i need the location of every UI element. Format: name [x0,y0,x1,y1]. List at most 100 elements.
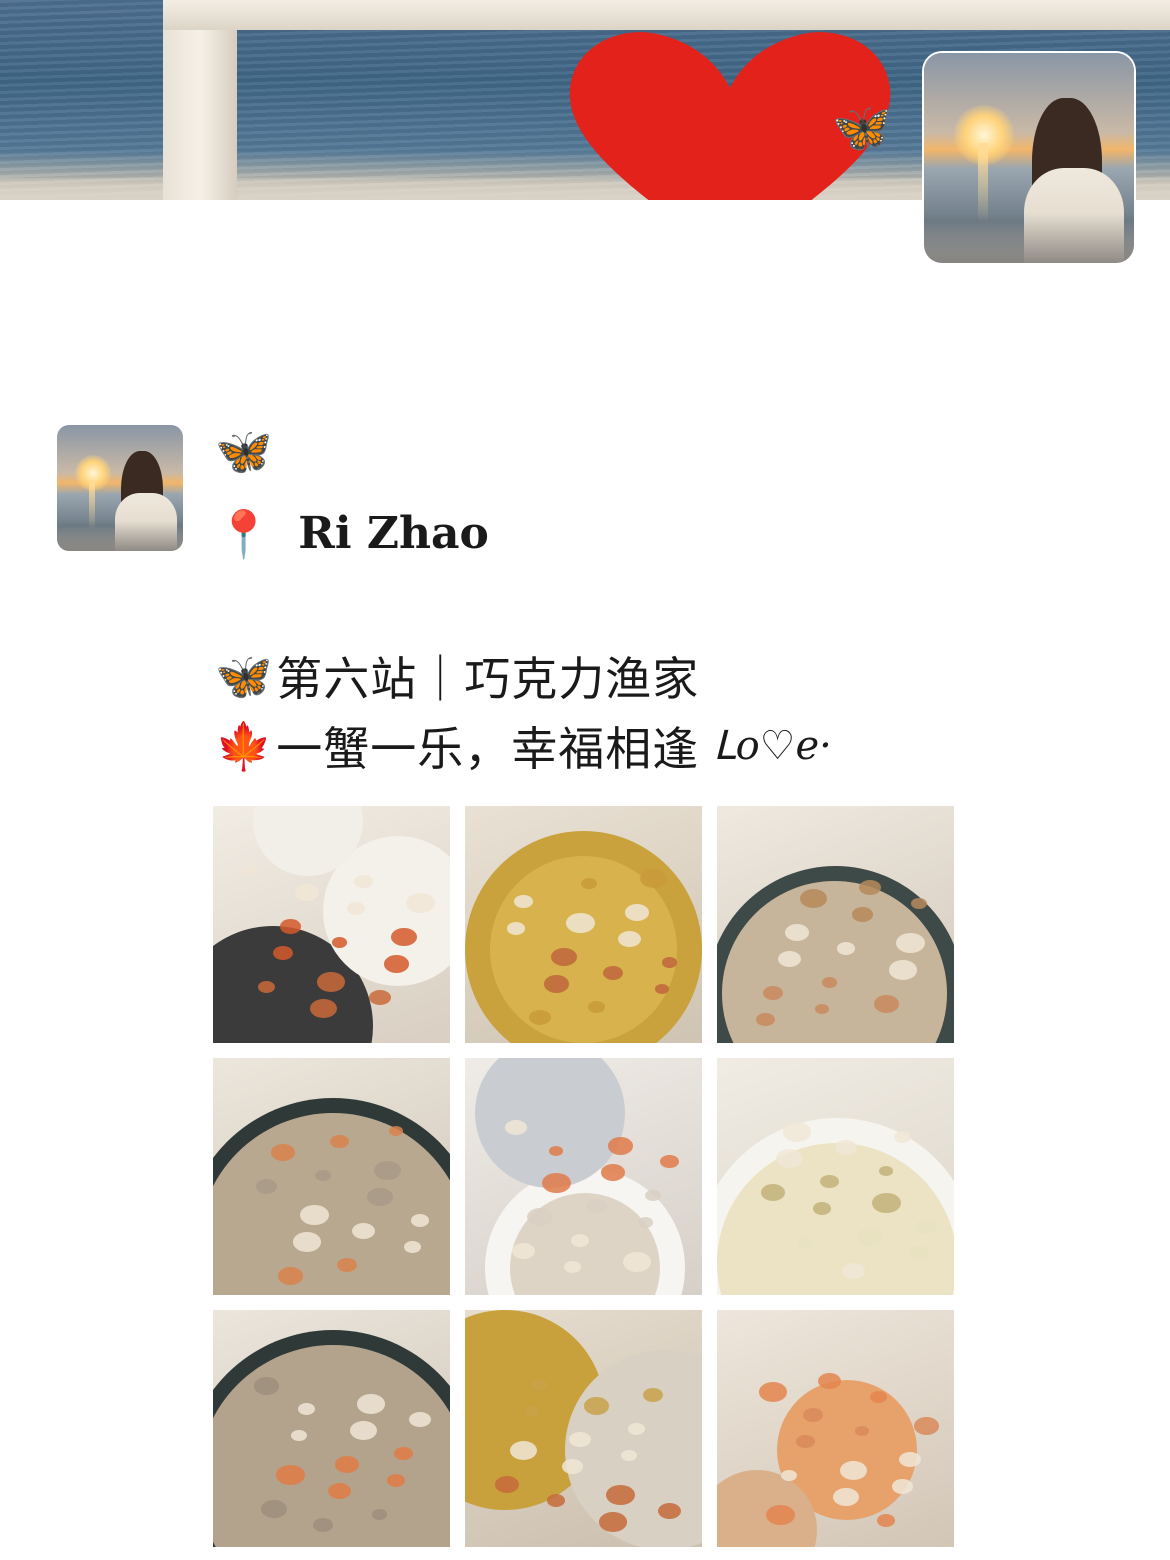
food-piece [909,1246,929,1260]
oyster-platter-photo[interactable] [213,1058,450,1295]
food-piece [803,1408,823,1422]
location-pin-icon: 📍 [215,506,273,561]
food-piece [813,1202,831,1215]
food-piece [618,931,641,948]
pasta-and-shellfish-photo[interactable] [465,1310,702,1547]
food-piece [818,1373,841,1390]
food-piece [599,1512,627,1532]
food-piece [658,1503,681,1520]
food-piece [411,1214,429,1227]
food-piece [603,966,623,980]
food-piece [879,1166,893,1176]
food-piece [638,1217,653,1228]
food-piece [855,1426,869,1436]
food-piece [660,1155,679,1169]
scallop-with-chopsticks-photo[interactable] [717,1310,954,1547]
shrimp-dish-with-lid-photo[interactable] [465,1058,702,1295]
food-piece [293,1232,321,1252]
food-piece [384,955,409,973]
food-piece [337,1258,357,1272]
food-piece [628,1423,645,1435]
food-piece [643,1388,663,1402]
food-piece [899,1452,921,1468]
food-piece [512,1243,535,1260]
food-piece [842,1263,865,1280]
food-piece [785,924,809,941]
food-piece [608,1137,633,1155]
food-piece [837,942,855,955]
plate-shape [213,1345,450,1547]
butterfly-icon: 🦋 [215,649,273,703]
food-piece [761,1184,785,1201]
food-piece [822,977,837,988]
food-piece [280,919,301,934]
food-piece [347,902,365,915]
seafood-spread-photo[interactable] [213,806,450,1043]
maple-leaf-icon: 🍁 [215,719,273,773]
love-decoration: ᒪo♡e· [713,723,832,769]
food-piece [916,1219,937,1234]
food-piece [588,1001,605,1013]
food-piece [544,975,569,993]
food-piece [278,1267,303,1285]
food-piece [562,1459,583,1474]
food-piece [510,1441,537,1460]
post-author-avatar[interactable] [57,425,183,551]
post-location[interactable]: 📍 Ri Zhao [215,508,489,559]
food-piece [571,1234,589,1247]
food-piece [295,884,319,901]
food-piece [833,1488,859,1507]
railing-post [163,0,237,200]
food-piece [547,1494,565,1507]
food-piece [874,995,899,1013]
food-piece [586,1199,607,1214]
food-piece [404,1241,421,1253]
location-label: Ri Zhao [298,508,489,559]
food-piece [367,1188,393,1207]
food-piece [391,928,417,947]
food-piece [507,922,525,935]
butterfly-icon: 🦋 [832,100,892,156]
food-piece [914,1417,939,1435]
food-piece [495,1476,519,1493]
post-title-text: 第六站｜巧克力渔家 [276,652,700,706]
oysters-and-shrimp-photo[interactable] [213,1310,450,1547]
food-piece [328,1483,351,1500]
food-piece [852,907,873,922]
photo-grid [213,806,954,1547]
food-piece [815,1004,829,1014]
food-piece [655,984,669,994]
food-piece [840,1461,867,1480]
food-piece [584,1397,609,1415]
food-piece [549,1146,563,1156]
food-piece [625,904,649,921]
railing-bar [163,0,1170,30]
food-piece [258,981,275,993]
food-piece [892,1479,913,1494]
food-piece [525,1406,539,1416]
food-piece [857,1228,883,1247]
scallops-and-oysters-photo[interactable] [717,806,954,1043]
food-piece [332,937,347,948]
pasta-in-gold-wok-photo[interactable] [465,806,702,1043]
food-piece [640,869,667,888]
food-piece [800,889,827,908]
food-piece [261,1500,287,1519]
food-piece [271,1144,295,1161]
food-piece [317,972,345,992]
food-piece [387,1474,405,1487]
food-piece [778,951,801,968]
food-piece [759,1382,787,1402]
post-header-line: 🦋 [215,428,272,474]
food-piece [335,1456,359,1473]
food-piece [350,1421,377,1440]
food-piece [889,960,917,980]
profile-avatar[interactable] [924,53,1134,263]
food-piece [527,1208,553,1227]
post-title: 🦋 第六站｜巧克力渔家 [215,643,699,709]
dumplings-photo[interactable] [717,1058,954,1295]
food-piece [623,1252,651,1272]
food-piece [357,1394,385,1414]
food-piece [256,1179,277,1194]
food-piece [870,1391,887,1403]
